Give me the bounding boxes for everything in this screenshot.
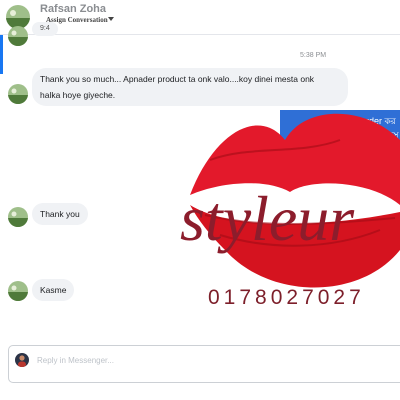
reply-composer [8, 345, 400, 383]
landscape-avatar-icon [8, 207, 28, 227]
message-bubble: Kasme [32, 279, 75, 301]
landscape-avatar-icon [8, 84, 28, 104]
my-avatar [15, 353, 29, 367]
reply-input[interactable] [37, 353, 337, 367]
sender-avatar [8, 26, 28, 46]
chevron-down-icon[interactable] [108, 17, 114, 21]
contact-name[interactable]: Rafsan Zoha [40, 3, 106, 15]
message-text-line: Thank you so much... Apnader product ta … [40, 74, 315, 84]
sender-avatar [8, 207, 28, 227]
profile-avatar-icon [15, 353, 29, 367]
landscape-avatar-icon [8, 26, 28, 46]
landscape-avatar-icon [8, 281, 28, 301]
sender-avatar [8, 84, 28, 104]
promo-phone-number: 0178027027 [208, 286, 365, 309]
conversation-header: Rafsan Zoha Assign Conversation [0, 0, 400, 35]
brand-logo-text: styleur [180, 183, 355, 254]
sender-avatar [8, 281, 28, 301]
active-conversation-indicator [0, 34, 3, 74]
message-timestamp: 5:38 PM [300, 52, 327, 59]
message-bubble-cut: 9:4 [32, 22, 58, 36]
message-bubble: Thank you [32, 203, 88, 225]
